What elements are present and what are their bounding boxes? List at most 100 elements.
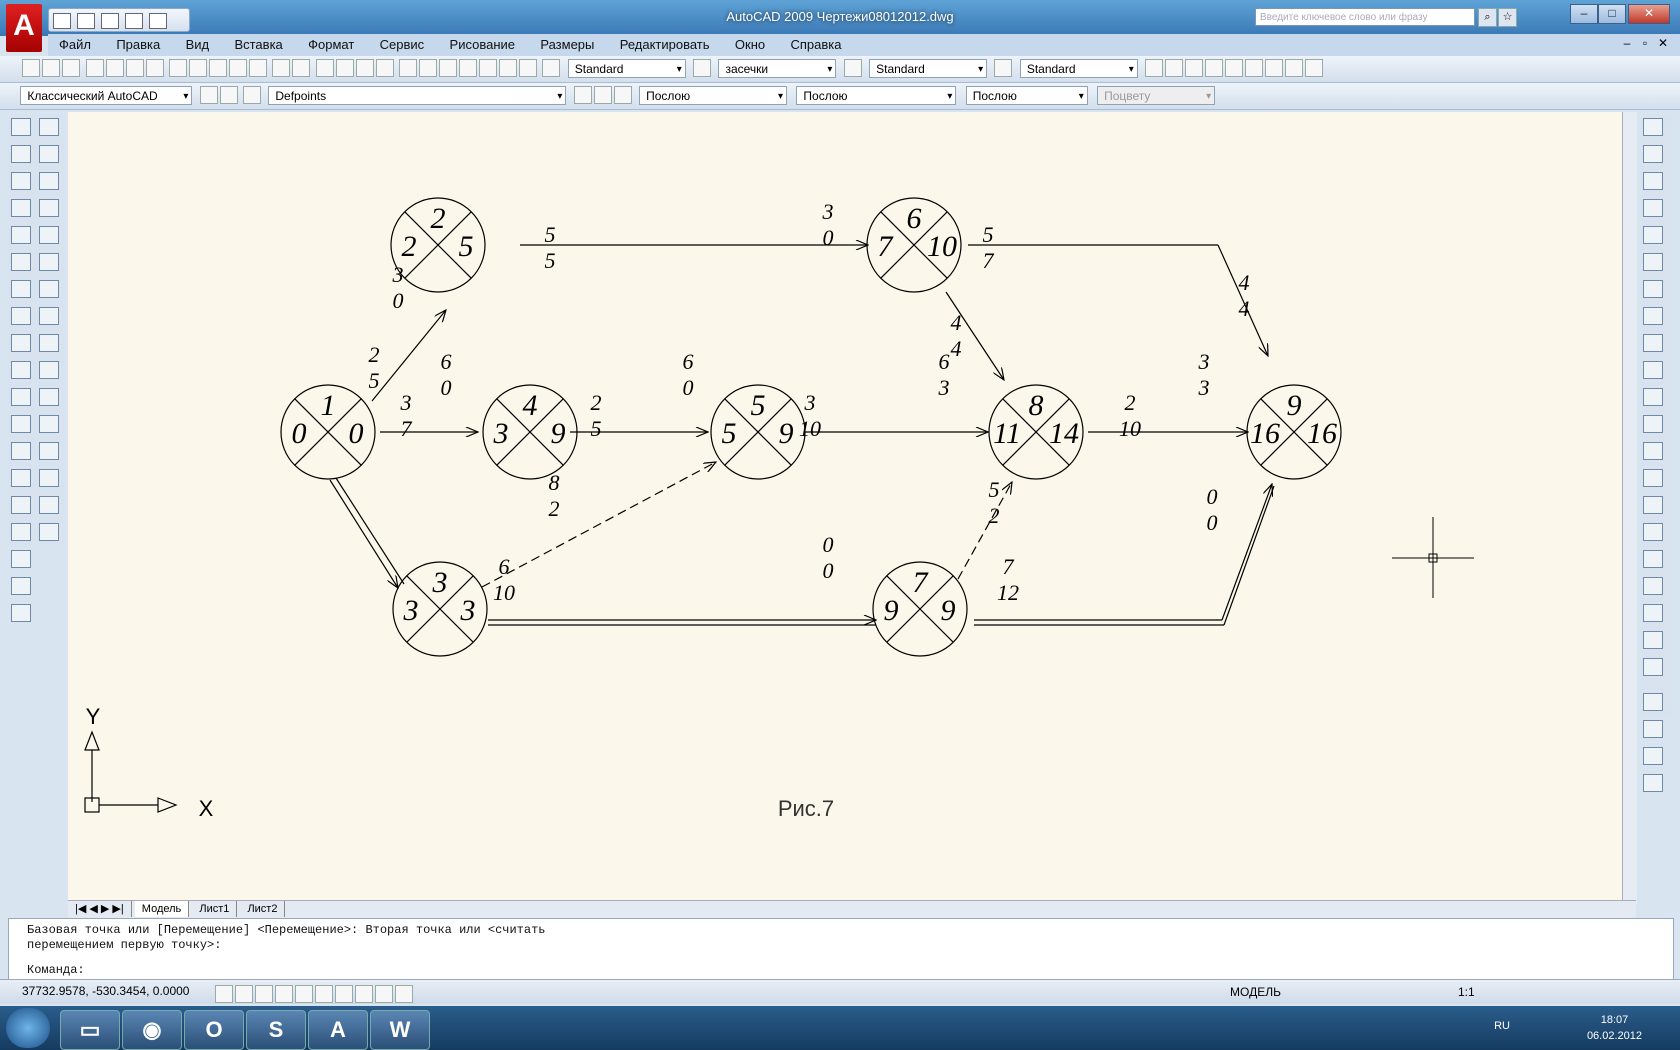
menu-insert[interactable]: Вставка <box>223 34 293 56</box>
zoom-previous-icon[interactable] <box>375 59 394 77</box>
undo-icon[interactable] <box>272 59 291 77</box>
menu-tools[interactable]: Сервис <box>369 34 436 56</box>
menu-modify[interactable]: Редактировать <box>609 34 721 56</box>
draworder-under-icon[interactable] <box>1643 774 1663 792</box>
polyline-icon[interactable] <box>11 172 31 190</box>
explorer-icon[interactable]: ▭ <box>60 1010 120 1050</box>
autocad-task-icon[interactable]: A <box>308 1010 368 1050</box>
dim-style-select[interactable]: засечки <box>718 59 837 79</box>
drawing-area[interactable]: 1 0 0 2 2 5 3 3 3 4 3 9 5 5 9 6 7 10 7 9 9 8 11 14 9 16 16 3025376… <box>68 112 1636 904</box>
aligned-dim-icon[interactable] <box>1643 145 1663 163</box>
gradient-icon[interactable] <box>11 523 31 541</box>
preview-icon[interactable] <box>105 59 124 77</box>
revcloud-icon[interactable] <box>11 307 31 325</box>
rectangle-icon[interactable] <box>11 226 31 244</box>
grid-icon[interactable] <box>235 985 253 1003</box>
diameter-icon[interactable] <box>1643 280 1663 298</box>
menu-view[interactable]: Вид <box>175 34 221 56</box>
arc-length-icon[interactable] <box>1643 172 1663 190</box>
dim-text-edit-icon[interactable] <box>1643 604 1663 622</box>
layer-states-icon[interactable] <box>593 86 612 104</box>
markup-icon[interactable] <box>479 59 498 77</box>
draworder-back-icon[interactable] <box>1643 720 1663 738</box>
extend-icon[interactable] <box>39 388 59 406</box>
block-editor-icon[interactable] <box>249 59 268 77</box>
mleader-style-select[interactable]: Standard <box>1019 59 1138 79</box>
tab-layout2[interactable]: Лист2 <box>240 901 286 917</box>
paste-icon[interactable] <box>209 59 228 77</box>
star-icon[interactable]: ☆ <box>1498 8 1517 27</box>
mtext-icon[interactable] <box>11 604 31 622</box>
quick-dim-icon[interactable] <box>1643 334 1663 352</box>
dim-style-icon[interactable] <box>693 59 712 77</box>
match-properties-icon[interactable] <box>229 59 248 77</box>
break-icon[interactable] <box>39 415 59 433</box>
move-icon[interactable] <box>39 253 59 271</box>
menu-window[interactable]: Окно <box>724 34 776 56</box>
chrome-icon[interactable]: ◉ <box>122 1010 182 1050</box>
baseline-icon[interactable] <box>1643 361 1663 379</box>
erase-icon[interactable] <box>39 118 59 136</box>
point-icon[interactable] <box>11 469 31 487</box>
tab-model[interactable]: Модель <box>134 901 190 917</box>
doc-restore-button[interactable]: ▫ <box>1636 36 1654 50</box>
stretch-icon[interactable] <box>39 334 59 352</box>
system-clock[interactable]: 18:07 06.02.2012 <box>1587 1012 1642 1044</box>
tab-nav-arrows[interactable]: |◀ ◀ ▶ ▶| <box>68 901 132 917</box>
join-icon[interactable] <box>39 442 59 460</box>
close-button[interactable]: ✕ <box>1628 4 1670 24</box>
trim-icon[interactable] <box>39 361 59 379</box>
radius-icon[interactable] <box>1643 226 1663 244</box>
find-icon[interactable] <box>1205 59 1224 77</box>
menu-dimension[interactable]: Размеры <box>529 34 605 56</box>
line-icon[interactable] <box>11 118 31 136</box>
language-indicator[interactable]: RU <box>1494 1020 1510 1032</box>
mirror-icon[interactable] <box>39 172 59 190</box>
jogged-linear-icon[interactable] <box>1643 550 1663 568</box>
hatch-icon[interactable] <box>11 496 31 514</box>
layer-select[interactable]: Defpoints <box>268 86 567 106</box>
chamfer-icon[interactable] <box>39 469 59 487</box>
explode-icon[interactable] <box>39 523 59 541</box>
polar-icon[interactable] <box>275 985 293 1003</box>
dim-space-icon[interactable] <box>1643 415 1663 433</box>
scale-icon[interactable] <box>39 307 59 325</box>
search-icon[interactable]: ⌕ <box>1478 8 1497 27</box>
search-input[interactable]: Введите ключевое слово или фразу <box>1255 8 1475 26</box>
insert-block-icon[interactable] <box>11 415 31 433</box>
make-block-icon[interactable] <box>11 442 31 460</box>
minimize-button[interactable]: – <box>1570 4 1598 24</box>
workspace-settings-icon[interactable] <box>199 86 218 104</box>
tolerance-icon[interactable] <box>1643 469 1663 487</box>
circle-icon[interactable] <box>11 280 31 298</box>
skype-icon[interactable]: S <box>246 1010 306 1050</box>
pan-icon[interactable] <box>315 59 334 77</box>
workspace-select[interactable]: Классический AutoCAD <box>20 86 193 106</box>
tab-layout1[interactable]: Лист1 <box>192 901 238 917</box>
color-select[interactable]: Послою <box>639 86 788 106</box>
offset-icon[interactable] <box>39 199 59 217</box>
continue-icon[interactable] <box>1643 388 1663 406</box>
annotation-scale[interactable]: 1:1 <box>1458 985 1475 999</box>
ducs-icon[interactable] <box>335 985 353 1003</box>
arc-icon[interactable] <box>11 253 31 271</box>
center-mark-icon[interactable] <box>1643 496 1663 514</box>
menu-draw[interactable]: Рисование <box>439 34 526 56</box>
new-icon[interactable] <box>22 59 41 77</box>
qp-icon[interactable] <box>395 985 413 1003</box>
tool-palettes-icon[interactable] <box>439 59 458 77</box>
vertical-scrollbar[interactable] <box>1622 112 1637 904</box>
angular-icon[interactable] <box>1643 307 1663 325</box>
3d-dwf-icon[interactable] <box>145 59 164 77</box>
table-style-icon[interactable] <box>843 59 862 77</box>
snap-icon[interactable] <box>215 985 233 1003</box>
redo-icon[interactable] <box>292 59 311 77</box>
print-icon[interactable] <box>85 59 104 77</box>
lineweight-toggle-icon[interactable] <box>375 985 393 1003</box>
maximize-button[interactable]: □ <box>1598 4 1626 24</box>
zoom-realtime-icon[interactable] <box>335 59 354 77</box>
command-input[interactable]: Команда: <box>9 963 1673 978</box>
calculator-icon[interactable] <box>499 59 518 77</box>
layer-manager-icon[interactable] <box>243 86 262 104</box>
copy-icon[interactable] <box>189 59 208 77</box>
